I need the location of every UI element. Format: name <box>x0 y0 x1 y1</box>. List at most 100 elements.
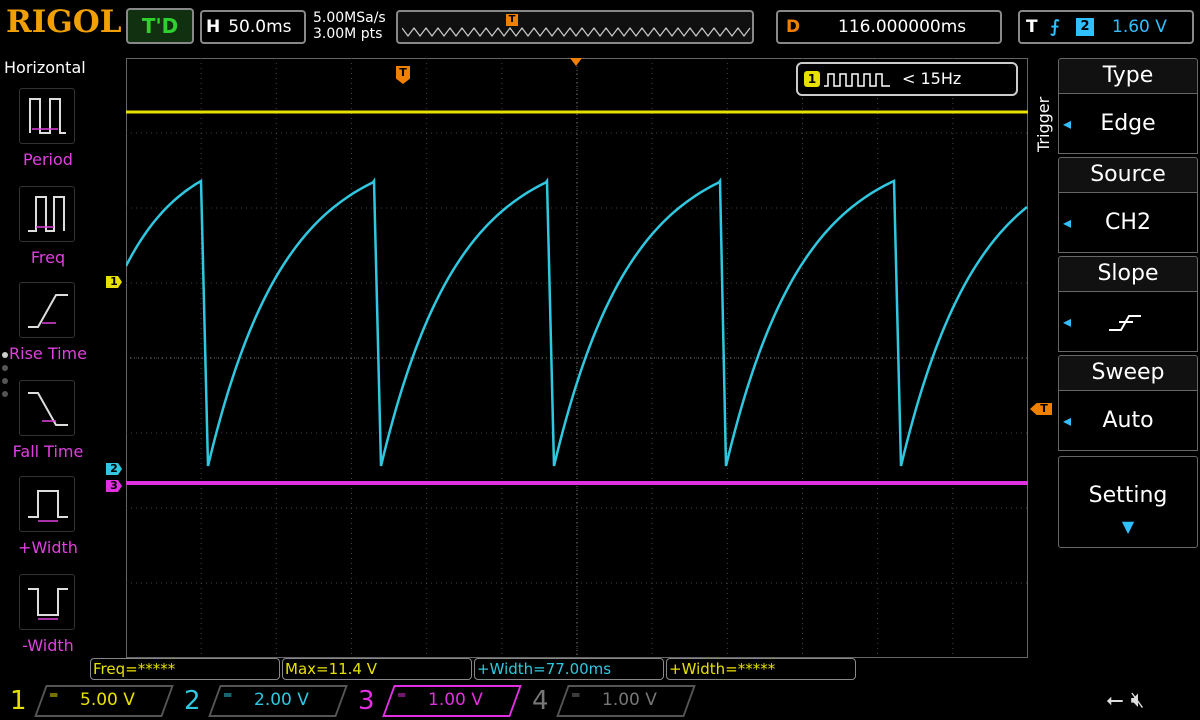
channel-4-status[interactable]: 4 ═ 1.00 V <box>522 682 697 720</box>
dc-coupling-icon: ═ <box>572 688 580 702</box>
measure-positive-width-button[interactable]: +Width <box>2 476 90 568</box>
left-arrow-icon: ◂ <box>1063 114 1072 133</box>
channel-3-number: 3 <box>358 686 375 716</box>
dc-coupling-icon: ═ <box>224 688 232 702</box>
channel-2-number: 2 <box>184 686 201 716</box>
fall-time-icon <box>19 380 75 436</box>
trigger-setting-box: Setting ▼ <box>1058 456 1198 548</box>
channel-3-scale: 1.00 V <box>428 690 483 710</box>
trigger-status[interactable]: T ⨍ 2 1.60 V <box>1018 10 1194 44</box>
measure-menu-title: Horizontal <box>4 58 86 77</box>
rise-time-icon <box>19 282 75 338</box>
trigger-type-box: ◂ Edge <box>1058 94 1198 154</box>
trigger-sweep-box: ◂ Auto <box>1058 391 1198 451</box>
trigger-source-label: Source <box>1058 157 1198 193</box>
measure-positive-width-label: +Width <box>18 538 78 557</box>
trigger-sweep-value: Auto <box>1102 408 1154 433</box>
horizontal-scale-label: H <box>206 17 221 37</box>
period-icon <box>19 88 75 144</box>
trigger-level: 1.60 V <box>1112 17 1167 37</box>
measure-period-label: Period <box>23 150 73 169</box>
status-icons: ⭠ 🔇︎ <box>1106 688 1144 713</box>
horizontal-scale-value: 50.0ms <box>228 17 292 37</box>
counter-channel-badge: 1 <box>804 71 820 87</box>
trigger-slope-label: Slope <box>1058 256 1198 292</box>
trigger-menu: Trigger Type ◂ Edge Source ◂ CH2 Slope ◂… <box>1030 56 1200 682</box>
channel-2-status[interactable]: 2 ═ 2.00 V <box>174 682 349 720</box>
dc-coupling-icon: ═ <box>398 688 406 702</box>
usb-icon: ⭠ <box>1106 688 1124 713</box>
trigger-type-softkey[interactable]: Type ◂ Edge <box>1058 58 1198 154</box>
trigger-slope-softkey[interactable]: Slope ◂ <box>1058 256 1198 352</box>
sample-rate: 5.00MSa/s <box>313 10 386 26</box>
horizontal-delay[interactable]: D 116.000000ms <box>776 10 1002 44</box>
trigger-label: T <box>1026 17 1038 37</box>
measure-negative-width-label: -Width <box>22 636 74 655</box>
delay-value: 116.000000ms <box>838 17 967 37</box>
rising-edge-icon <box>1109 315 1141 331</box>
measurement-results: Freq=***** Max=11.4 V +Width=77.00ms +Wi… <box>90 658 860 680</box>
trigger-slope-box: ◂ <box>1058 292 1198 352</box>
measure-rise-time-label: Rise Time <box>9 344 87 363</box>
timeline-trigger-marker: T <box>506 14 518 26</box>
trigger-sweep-label: Sweep <box>1058 355 1198 391</box>
delay-label: D <box>786 17 801 37</box>
measure-menu: Horizontal Period Freq Rise Time Fall Ti… <box>0 56 92 660</box>
trigger-source-softkey[interactable]: Source ◂ CH2 <box>1058 157 1198 253</box>
measure-rise-time-button[interactable]: Rise Time <box>2 282 90 374</box>
channel-bar: 1 ═ 5.00 V 2 ═ 2.00 V 3 ═ 1.00 V 4 ═ 1.0… <box>0 682 1200 720</box>
measurement-result: Freq=***** <box>90 658 280 680</box>
trigger-setting-softkey[interactable]: Setting ▼ <box>1058 456 1198 548</box>
left-arrow-icon: ◂ <box>1063 411 1072 430</box>
measure-fall-time-button[interactable]: Fall Time <box>2 380 90 472</box>
trigger-channel-badge: 2 <box>1076 18 1094 36</box>
timeline-waveform-icon <box>402 27 751 37</box>
counter-value: < 15Hz <box>902 69 962 88</box>
measure-freq-label: Freq <box>30 248 66 267</box>
positive-width-icon <box>19 476 75 532</box>
top-status-bar: RIGOL T'D H 50.0ms 5.00MSa/s 3.00M pts T … <box>0 0 1200 56</box>
sample-info: 5.00MSa/s 3.00M pts <box>313 10 386 42</box>
down-arrow-icon: ▼ <box>1121 517 1135 536</box>
measurement-result: Max=11.4 V <box>282 658 472 680</box>
left-arrow-icon: ◂ <box>1063 213 1072 232</box>
trigger-menu-title: Trigger <box>1034 96 1053 152</box>
dc-coupling-icon: ═ <box>50 688 58 702</box>
horizontal-scale[interactable]: H 50.0ms <box>200 10 306 44</box>
frequency-counter: 1 < 15Hz <box>796 62 1018 96</box>
channel-1-scale: 5.00 V <box>80 690 135 710</box>
memory-depth: 3.00M pts <box>313 26 383 42</box>
speaker-muted-icon[interactable]: 🔇︎ <box>1131 688 1145 713</box>
trigger-source-value: CH2 <box>1105 210 1151 235</box>
channel-3-status[interactable]: 3 ═ 1.00 V <box>348 682 523 720</box>
channel-1-number: 1 <box>10 686 27 716</box>
memory-timeline[interactable]: T <box>396 10 754 44</box>
rising-edge-icon: ⨍ <box>1050 17 1060 37</box>
trigger-type-value: Edge <box>1100 111 1156 136</box>
measure-negative-width-button[interactable]: -Width <box>2 574 90 666</box>
channel-2-scale: 2.00 V <box>254 690 309 710</box>
ch3-offset-marker[interactable]: 3 <box>106 480 122 492</box>
measure-fall-time-label: Fall Time <box>12 442 84 461</box>
square-wave-icon <box>824 73 890 87</box>
channel-4-number: 4 <box>532 686 549 716</box>
waveform-display[interactable] <box>126 58 1028 658</box>
trigger-type-label: Type <box>1058 58 1198 94</box>
trigger-setting-label: Setting <box>1088 483 1168 508</box>
measurement-result: +Width=***** <box>666 658 856 680</box>
trigger-source-box: ◂ CH2 <box>1058 193 1198 253</box>
left-arrow-icon: ◂ <box>1063 312 1072 331</box>
ch2-offset-marker[interactable]: 2 <box>106 463 122 475</box>
measure-freq-button[interactable]: Freq <box>2 186 90 278</box>
ch1-offset-marker[interactable]: 1 <box>106 276 122 288</box>
brand-logo: RIGOL <box>6 4 122 40</box>
trigger-sweep-softkey[interactable]: Sweep ◂ Auto <box>1058 355 1198 451</box>
waveform-grid <box>126 58 1028 658</box>
measurement-result: +Width=77.00ms <box>474 658 664 680</box>
run-status-badge[interactable]: T'D <box>126 8 194 44</box>
channel-1-status[interactable]: 1 ═ 5.00 V <box>0 682 175 720</box>
freq-icon <box>19 186 75 242</box>
negative-width-icon <box>19 574 75 630</box>
channel-4-scale: 1.00 V <box>602 690 657 710</box>
measure-period-button[interactable]: Period <box>2 88 90 180</box>
